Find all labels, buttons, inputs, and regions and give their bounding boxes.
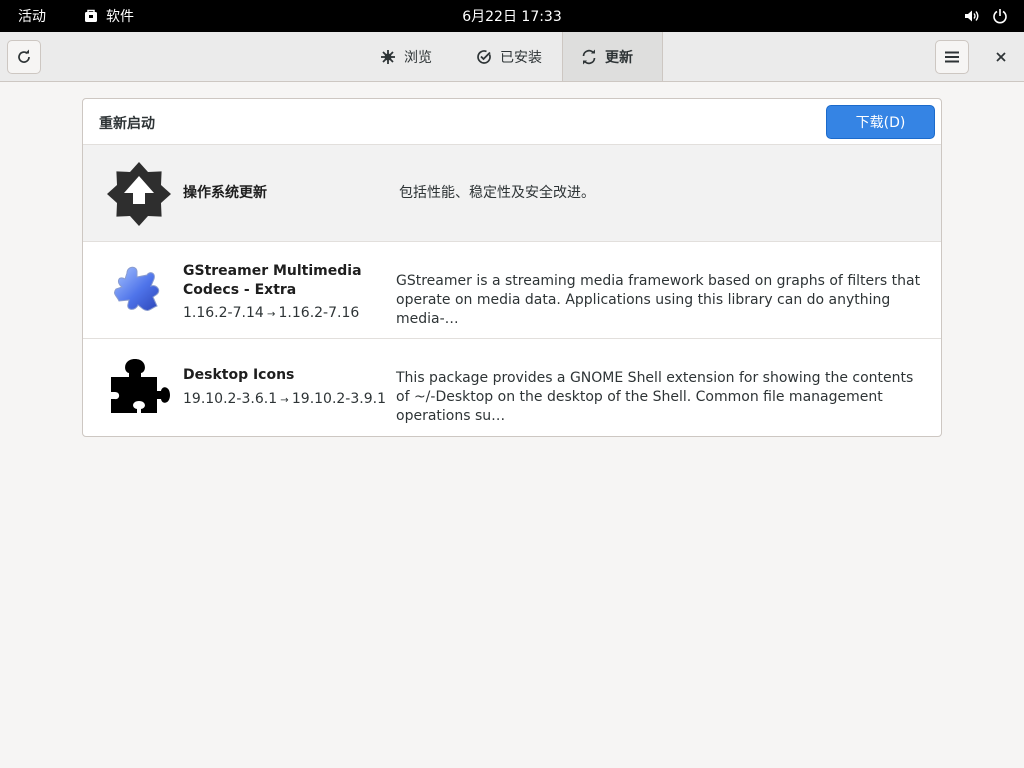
os-update-icon	[107, 162, 171, 226]
activities-button[interactable]: 活动	[18, 0, 46, 32]
power-icon	[993, 9, 1007, 24]
updates-section-header: 重新启动 下载(D)	[83, 99, 941, 145]
tab-installed[interactable]: 已安装	[458, 32, 562, 81]
header-bar: 浏览 已安装 更新	[0, 32, 1024, 82]
top-bar: 活动 软件 6月22日 17:33	[0, 0, 1024, 32]
software-bag-icon	[85, 9, 97, 22]
update-description: GStreamer is a streaming media framework…	[396, 273, 921, 327]
tab-updates[interactable]: 更新	[562, 32, 663, 81]
version-arrow-icon: →	[263, 309, 279, 320]
tab-browse[interactable]: 浏览	[362, 32, 458, 81]
update-name: GStreamer Multimedia Codecs - Extra	[183, 263, 362, 298]
check-icon	[477, 49, 491, 64]
view-switcher: 浏览 已安装 更新	[362, 32, 663, 81]
app-name: 软件	[106, 9, 134, 25]
close-icon	[996, 52, 1006, 62]
update-row-os[interactable]: 操作系统更新 包括性能、稳定性及安全改进。	[83, 145, 941, 242]
refresh-icon	[582, 49, 596, 64]
close-window-button[interactable]	[986, 40, 1016, 74]
tab-updates-label: 更新	[605, 49, 633, 66]
clock-label[interactable]: 6月22日 17:33	[462, 6, 562, 26]
hamburger-menu-icon	[945, 51, 959, 63]
app-menu[interactable]: 软件	[84, 0, 134, 32]
version-to: 1.16.2-7.16	[278, 305, 360, 321]
update-description: This package provides a GNOME Shell exte…	[396, 370, 914, 424]
updates-list: 重新启动 下载(D) 操作系统更新 包括性能、稳定性及安全改进。 GStream…	[82, 98, 942, 437]
version-to: 19.10.2-3.9.1	[291, 391, 386, 407]
tab-installed-label: 已安装	[500, 49, 542, 66]
clock: 6月22日 17:33	[0, 0, 1024, 32]
update-version: 19.10.2-3.6.1 → 19.10.2-3.9.1	[183, 391, 386, 407]
download-button[interactable]: 下载(D)	[826, 105, 935, 139]
update-name: Desktop Icons	[183, 367, 295, 383]
version-from: 19.10.2-3.6.1	[183, 391, 278, 407]
section-title: 重新启动	[99, 116, 155, 132]
system-menu[interactable]	[964, 0, 1008, 32]
tab-browse-label: 浏览	[404, 49, 432, 66]
puzzle-blue-icon	[114, 266, 160, 311]
puzzle-black-icon	[111, 359, 170, 413]
activities-label: 活动	[18, 9, 46, 25]
update-version: 1.16.2-7.14 → 1.16.2-7.16	[183, 305, 359, 321]
update-row-gstreamer[interactable]: GStreamer Multimedia Codecs - Extra 1.16…	[83, 242, 941, 339]
update-name: 操作系统更新	[183, 185, 267, 201]
explore-icon	[381, 49, 395, 64]
version-from: 1.16.2-7.14	[183, 305, 264, 321]
version-arrow-icon: →	[277, 395, 292, 406]
volume-icon	[965, 10, 979, 22]
main-menu-button[interactable]	[935, 40, 969, 74]
refresh-button[interactable]	[7, 40, 41, 74]
refresh-icon	[18, 49, 30, 63]
update-row-desktop-icons[interactable]: Desktop Icons 19.10.2-3.6.1 → 19.10.2-3.…	[83, 339, 941, 436]
update-description: 包括性能、稳定性及安全改进。	[399, 185, 595, 201]
